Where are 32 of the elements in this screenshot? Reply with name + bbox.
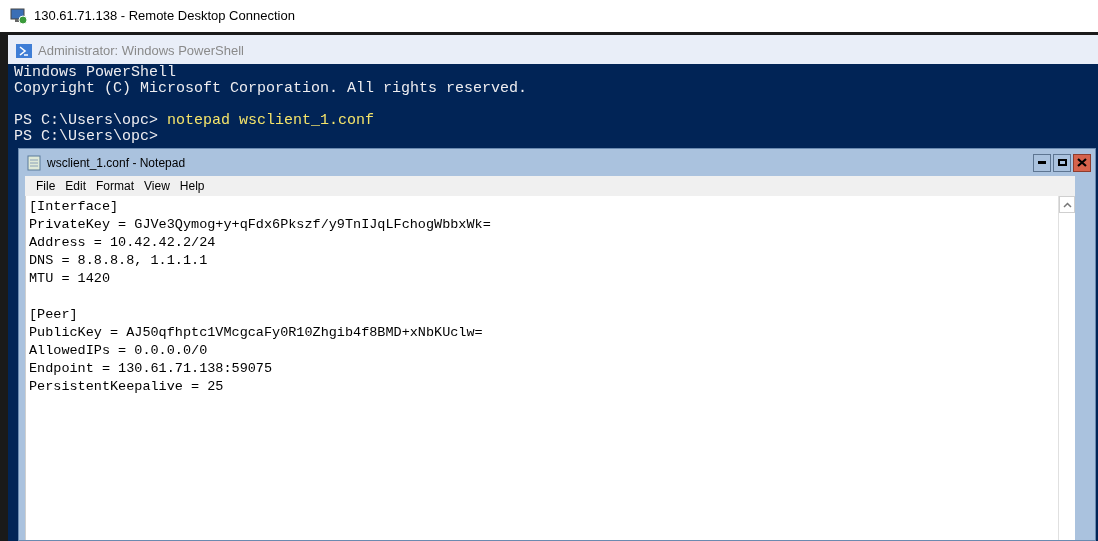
powershell-title: Administrator: Windows PowerShell: [38, 41, 244, 60]
minimize-button[interactable]: [1033, 153, 1051, 172]
powershell-icon: [16, 43, 32, 58]
notepad-icon: [27, 154, 41, 171]
console-line: Windows PowerShell: [14, 65, 177, 81]
notepad-title: wsclient_1.conf - Notepad: [47, 154, 186, 172]
close-icon: [1077, 158, 1087, 167]
text-line: PublicKey = AJ50qfhptc1VMcgcaFy0R10Zhgib4f8BMD+xNbKUclw=: [29, 325, 483, 340]
maximize-button[interactable]: [1053, 153, 1071, 172]
menu-item[interactable]: File: [31, 177, 61, 195]
text-line: [Interface]: [29, 199, 119, 214]
text-line: MTU = 1420: [29, 271, 110, 286]
scroll-up-icon[interactable]: [1062, 201, 1072, 208]
menu-item[interactable]: View: [139, 177, 175, 195]
vertical-scrollbar[interactable]: [1058, 196, 1075, 540]
text-line: [Peer]: [29, 307, 78, 322]
remote-desktop-icon: [10, 7, 28, 25]
close-button[interactable]: [1073, 153, 1091, 172]
menu-item[interactable]: Edit: [60, 177, 92, 195]
text-line: Address = 10.42.42.2/24: [29, 235, 216, 250]
console-line: PS C:\Users\opc>: [14, 129, 159, 145]
text-line: PrivateKey = GJVe3Qymog+y+qFdx6Pkszf/y9TnIJqLFchogWbbxWk=: [29, 217, 491, 232]
menu-item[interactable]: Format: [91, 177, 140, 195]
console-line: Copyright (C) Microsoft Corporation. All rights reserved.: [14, 81, 528, 97]
console-command: notepad wsclient_1.conf: [167, 113, 375, 129]
text-line: AllowedIPs = 0.0.0.0/0: [29, 343, 208, 358]
window-title: 130.61.71.138 - Remote Desktop Connection: [34, 7, 295, 26]
menu-item[interactable]: Help: [174, 177, 210, 195]
console-line: PS C:\Users\opc>: [14, 113, 159, 129]
text-line: DNS = 8.8.8.8, 1.1.1.1: [29, 253, 208, 268]
text-line: Endpoint = 130.61.71.138:59075: [29, 361, 273, 376]
text-line: PersistentKeepalive = 25: [29, 379, 224, 394]
